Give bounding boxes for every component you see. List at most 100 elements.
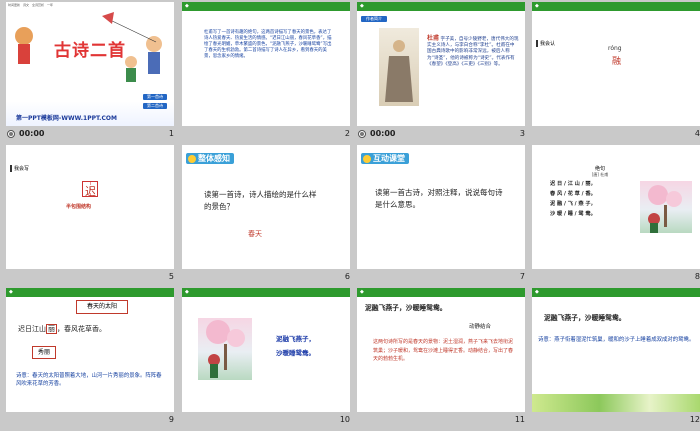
slide-number: 4 xyxy=(694,129,700,138)
first-poem-button[interactable]: 第一首诗 xyxy=(143,94,167,100)
slide-caption-3: 00:00 3 xyxy=(356,126,531,143)
poem-illustration xyxy=(640,181,692,233)
spring-scene xyxy=(648,185,682,233)
pinyin: róng xyxy=(608,45,622,52)
tag: 诗文 xyxy=(23,3,30,7)
slide-canvas-9: ◆ 春天的太阳 迟日江山丽，春风花草香。 秀丽 诗意：春天的太阳普照着大地，山河… xyxy=(6,288,174,412)
slide-number: 11 xyxy=(514,415,525,424)
analysis-text: 这两句诗所写的是春天的景物：泥土湿润，燕子飞来飞去地衔泥筑巢；沙子暖和，鸳鸯在沙… xyxy=(373,339,514,362)
technique-label: 动静结合 xyxy=(469,324,492,330)
slide-thumb-11[interactable]: ◆ 泥融飞燕子，沙暖睡鸳鸯。 动静结合 这两句诗所写的是春天的景物：泥土湿润，燕… xyxy=(356,286,531,429)
slide-thumb-5[interactable]: 我会写 迟 半包围结构 5 xyxy=(5,143,180,286)
slide-number: 1 xyxy=(168,129,174,138)
poem-line: 沙暖睡鸳鸯。 xyxy=(276,349,315,357)
structure-caption: 半包围结构 xyxy=(66,204,92,210)
slide-number: 5 xyxy=(168,272,174,281)
poem-line: 春 风 / 花 草 / 香。 xyxy=(550,191,596,197)
cover-footer[interactable]: 第一PPT模板网-WWW.1PPT.COM xyxy=(16,113,117,122)
slide-caption-4: 4 xyxy=(531,126,700,143)
poem-lines: 迟 日 / 江 山 / 丽， 春 风 / 花 草 / 香。 泥 融 / 飞 / … xyxy=(550,179,596,219)
slide-caption-5: 5 xyxy=(5,269,180,286)
slide-thumb-7[interactable]: 互动课堂 读第一首古诗，对照注释，说说每句诗是什么意思。 7 xyxy=(356,143,531,286)
poem-meaning: 诗意：燕子衔着湿泥忙筑巢，暖和的沙子上睡着成双成对的鸳鸯。 xyxy=(538,337,695,343)
slide-thumb-2[interactable]: ◆ 杜甫写了一首诗有趣的绝句，这两首诗描写了春天的景色，表达了诗人热爱春天、热爱… xyxy=(181,0,356,143)
slide-thumb-12[interactable]: ◆ 泥融飞燕子，沙暖睡鸳鸯。 诗意：燕子衔着湿泥忙筑巢，暖和的沙子上睡着成双成对… xyxy=(531,286,700,429)
slide-thumb-8[interactable]: 绝句 [唐] 杜甫 迟 日 / 江 山 / 丽， 春 风 / 花 草 / 香。 … xyxy=(531,143,700,286)
section-label: 我会认 xyxy=(536,40,558,47)
slide-title: 泥融飞燕子，沙暖睡鸳鸯。 xyxy=(365,304,447,312)
slide-caption-7: 7 xyxy=(356,269,531,286)
slide-number: 7 xyxy=(519,272,525,281)
slide-thumb-1[interactable]: 时间更新 诗文 全诗赏析 一年 古诗二首 第一首诗 第二首诗 第一PPT模板网-… xyxy=(5,0,180,143)
spring-scene xyxy=(206,320,245,378)
poem-title: 绝句 xyxy=(594,166,605,172)
slide-thumb-3[interactable]: ◆ 作者简介 杜甫 字子美，自号少陵野老，唐代伟大的现实主义诗人，与李白合称“李… xyxy=(356,0,531,143)
poem-line: 泥融飞燕子， xyxy=(276,335,315,343)
portrait-figure xyxy=(385,40,413,102)
bio-text: 字子美，自号少陵野老，唐代伟大的现实主义诗人，与李白合称“李杜”。杜甫在中国古典… xyxy=(427,37,519,67)
poem-author: [唐] 杜甫 xyxy=(591,172,609,177)
author-bio: 杜甫 字子美，自号少陵野老，唐代伟大的现实主义诗人，与李白合称“李杜”。杜甫在中… xyxy=(427,35,519,68)
author-portrait xyxy=(379,28,419,106)
grass-banner xyxy=(532,394,700,412)
section-label: 我会写 xyxy=(10,165,32,172)
slide-thumb-6[interactable]: 整体感知 读第一首诗，诗人描绘的是什么样的景色？ 春天 6 xyxy=(181,143,356,286)
slide-thumb-10[interactable]: ◆ 泥融飞燕子， 沙暖睡鸳鸯。 10 xyxy=(181,286,356,429)
poem-line: 泥 融 / 飞 / 燕 子， xyxy=(550,201,596,207)
poem-lines: 泥融飞燕子， 沙暖睡鸳鸯。 xyxy=(276,332,315,360)
slide-header: ◆ xyxy=(182,288,350,297)
slide-header: ◆ xyxy=(357,288,525,297)
slide-caption-12: 12 xyxy=(531,412,700,429)
slide-canvas-12: ◆ 泥融飞燕子，沙暖睡鸳鸯。 诗意：燕子衔着湿泥忙筑巢，暖和的沙子上睡着成双成对… xyxy=(532,288,700,412)
new-character: 融 xyxy=(612,57,622,67)
slide-header: ◆ xyxy=(182,2,350,11)
slide-header: ◆ xyxy=(357,2,525,11)
poem-line-annotated: 迟日江山丽，春风花草香。 xyxy=(18,324,106,334)
answer-text: 春天 xyxy=(248,230,262,238)
slide-caption-2: 2 xyxy=(181,126,356,143)
cover-title: 古诗二首 xyxy=(54,41,126,61)
slide-caption-8: 8 xyxy=(531,269,700,286)
annotation-box-sun: 春天的太阳 xyxy=(76,300,128,314)
writing-grid: 迟 xyxy=(82,181,98,198)
slide-thumb-9[interactable]: ◆ 春天的太阳 迟日江山丽，春风花草香。 秀丽 诗意：春天的太阳普照着大地，山河… xyxy=(5,286,180,429)
slide-caption-9: 9 xyxy=(5,412,180,429)
poem-illustration xyxy=(198,318,252,380)
slide-canvas-4: ◆ 我会认 róng 融 xyxy=(532,2,700,126)
slide-canvas-7: 互动课堂 读第一首古诗，对照注释，说说每句诗是什么意思。 xyxy=(357,145,525,269)
section-tag: 整体感知 xyxy=(186,153,234,164)
slide-canvas-3: ◆ 作者简介 杜甫 字子美，自号少陵野老，唐代伟大的现实主义诗人，与李白合称“李… xyxy=(357,2,525,126)
slide-header: ◆ xyxy=(6,288,174,297)
animation-icon xyxy=(358,130,366,138)
second-poem-button[interactable]: 第二首诗 xyxy=(143,103,167,109)
author-name: 杜甫 xyxy=(427,35,440,42)
slide-canvas-2: ◆ 杜甫写了一首诗有趣的绝句，这两首诗描写了春天的景色，表达了诗人热爱春天、热爱… xyxy=(182,2,350,126)
slide-number: 2 xyxy=(344,129,350,138)
slide-canvas-11: ◆ 泥融飞燕子，沙暖睡鸳鸯。 动静结合 这两句诗所写的是春天的景物：泥土湿润，燕… xyxy=(357,288,525,412)
question-text: 读第一首诗，诗人描绘的是什么样的景色？ xyxy=(204,190,317,211)
slide-thumb-4[interactable]: ◆ 我会认 róng 融 4 xyxy=(531,0,700,143)
slide-timing: 00:00 xyxy=(19,129,45,138)
slide-title: 泥融飞燕子，沙暖睡鸳鸯。 xyxy=(544,314,626,322)
slide-number: 8 xyxy=(694,272,700,281)
tag: 全诗赏析 xyxy=(32,3,45,7)
author-intro-button[interactable]: 作者简介 xyxy=(361,16,387,22)
slide-number: 6 xyxy=(344,272,350,281)
write-character: 迟 xyxy=(85,185,96,198)
slide-number: 10 xyxy=(339,415,350,424)
tag: 时间更新 xyxy=(8,3,21,7)
top-tags: 时间更新 诗文 全诗赏析 一年 xyxy=(8,3,53,7)
slide-canvas-5: 我会写 迟 半包围结构 xyxy=(6,145,174,269)
slide-canvas-8: 绝句 [唐] 杜甫 迟 日 / 江 山 / 丽， 春 风 / 花 草 / 香。 … xyxy=(532,145,700,269)
poem-line: 迟 日 / 江 山 / 丽， xyxy=(550,181,596,187)
line-part: ，春风花草香。 xyxy=(57,325,106,333)
slide-grid: 时间更新 诗文 全诗赏析 一年 古诗二首 第一首诗 第二首诗 第一PPT模板网-… xyxy=(0,0,700,431)
slide-header: ◆ xyxy=(532,2,700,11)
intro-text: 杜甫写了一首诗有趣的绝句，这两首诗描写了春天的景色，表达了诗人热爱春天、热爱生活… xyxy=(204,30,332,59)
slide-caption-6: 6 xyxy=(181,269,356,286)
animation-icon xyxy=(7,130,15,138)
slide-number: 3 xyxy=(519,129,525,138)
annotation-box-beautiful: 秀丽 xyxy=(32,346,56,359)
slide-caption-10: 10 xyxy=(181,412,356,429)
slide-caption-1: 00:00 1 xyxy=(5,126,180,143)
